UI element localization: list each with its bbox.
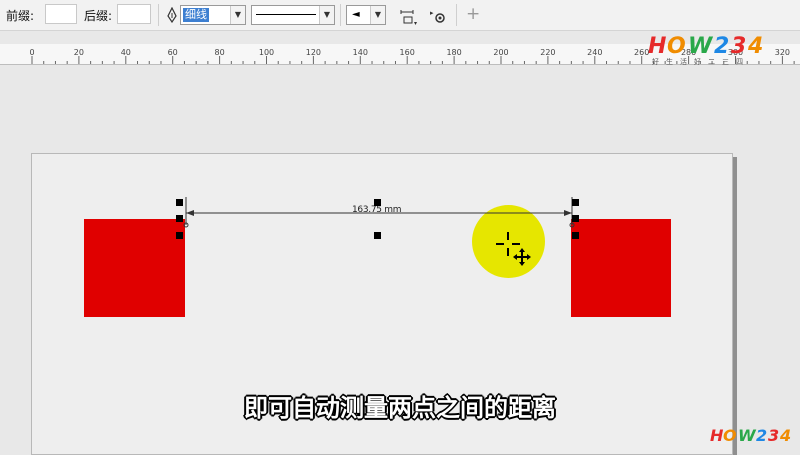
svg-text:▸: ▸ bbox=[430, 9, 434, 17]
prefix-label: 前缀: bbox=[6, 9, 35, 23]
suffix-label: 后缀: bbox=[84, 9, 113, 23]
svg-text:3: 3 bbox=[768, 426, 779, 445]
ruler-label: 40 bbox=[120, 48, 131, 57]
ruler-label: 20 bbox=[73, 48, 84, 57]
toolbar-separator bbox=[456, 4, 457, 26]
prefix-input[interactable] bbox=[45, 4, 77, 24]
how234-logo-graphic: H O W 2 3 4 好 生 活 好 二 三 四 bbox=[648, 34, 763, 66]
ruler-label: 120 bbox=[305, 48, 322, 57]
svg-text:H: H bbox=[710, 426, 724, 445]
text-position-icon[interactable]: ▾ bbox=[398, 6, 418, 27]
pen-icon bbox=[166, 6, 178, 24]
selection-handle[interactable] bbox=[176, 215, 183, 222]
arrow-end-icon: ◄ bbox=[352, 9, 360, 20]
svg-text:▾: ▾ bbox=[414, 20, 417, 26]
ruler-label: 160 bbox=[399, 48, 415, 57]
ruler-label: 140 bbox=[352, 48, 368, 57]
ruler-label: 0 bbox=[29, 48, 35, 57]
crosshair-cursor-icon bbox=[496, 232, 531, 266]
how234-logo: H O W 2 3 4 好 生 活 好 二 三 四 bbox=[646, 32, 796, 66]
add-icon[interactable]: + bbox=[466, 4, 480, 24]
selection-handle[interactable] bbox=[176, 199, 183, 206]
video-caption: 即可自动测量两点之间的距离 bbox=[244, 394, 556, 422]
selection-handle[interactable] bbox=[572, 215, 579, 222]
ruler-label: 200 bbox=[493, 48, 509, 57]
svg-text:好 生 活 好 二 三 四: 好 生 活 好 二 三 四 bbox=[652, 57, 743, 66]
selection-handle[interactable] bbox=[572, 232, 579, 239]
ruler-label: 220 bbox=[540, 48, 556, 57]
selection-handle[interactable] bbox=[374, 199, 381, 206]
ruler-label: 180 bbox=[446, 48, 462, 57]
arrow-end-dropdown[interactable]: ◄ ▼ bbox=[346, 5, 386, 25]
dimension-value-text[interactable]: 163.75 mm bbox=[352, 205, 401, 215]
suffix-input[interactable] bbox=[117, 4, 151, 24]
line-style-dropdown[interactable]: ▼ bbox=[251, 5, 335, 25]
chevron-down-icon: ▼ bbox=[230, 6, 245, 24]
selection-handle[interactable] bbox=[374, 232, 381, 239]
chevron-down-icon: ▼ bbox=[370, 6, 385, 24]
toolbar-separator bbox=[158, 4, 159, 26]
how234-watermark-graphic: H O W 2 3 4 bbox=[710, 426, 791, 445]
ruler-label: 100 bbox=[258, 48, 275, 57]
outline-width-dropdown[interactable]: 细线 ▼ bbox=[180, 5, 246, 25]
chevron-down-icon: ▼ bbox=[319, 6, 334, 24]
svg-text:4: 4 bbox=[779, 426, 791, 445]
svg-text:W: W bbox=[738, 426, 757, 445]
svg-text:O: O bbox=[667, 34, 686, 59]
svg-text:2: 2 bbox=[714, 34, 729, 59]
svg-text:2: 2 bbox=[756, 426, 767, 445]
svg-text:W: W bbox=[688, 34, 714, 59]
line-style-preview bbox=[256, 14, 316, 15]
how234-watermark: H O W 2 3 4 bbox=[708, 424, 798, 446]
svg-text:O: O bbox=[723, 426, 737, 445]
dynamic-dimension-icon[interactable]: ▸ bbox=[428, 6, 448, 26]
svg-text:3: 3 bbox=[731, 34, 746, 59]
toolbar-separator bbox=[340, 4, 341, 26]
property-toolbar: 前缀: 后缀: 细线 ▼ ▼ ◄ ▼ ▾ ▸ + bbox=[0, 0, 800, 31]
selection-handle[interactable] bbox=[572, 199, 579, 206]
svg-text:H: H bbox=[648, 34, 666, 59]
ruler-label: 80 bbox=[214, 48, 225, 57]
selection-handle[interactable] bbox=[176, 232, 183, 239]
outline-width-value: 细线 bbox=[183, 8, 209, 22]
svg-text:4: 4 bbox=[747, 34, 763, 59]
ruler-label: 60 bbox=[167, 48, 178, 57]
ruler-label: 240 bbox=[587, 48, 603, 57]
